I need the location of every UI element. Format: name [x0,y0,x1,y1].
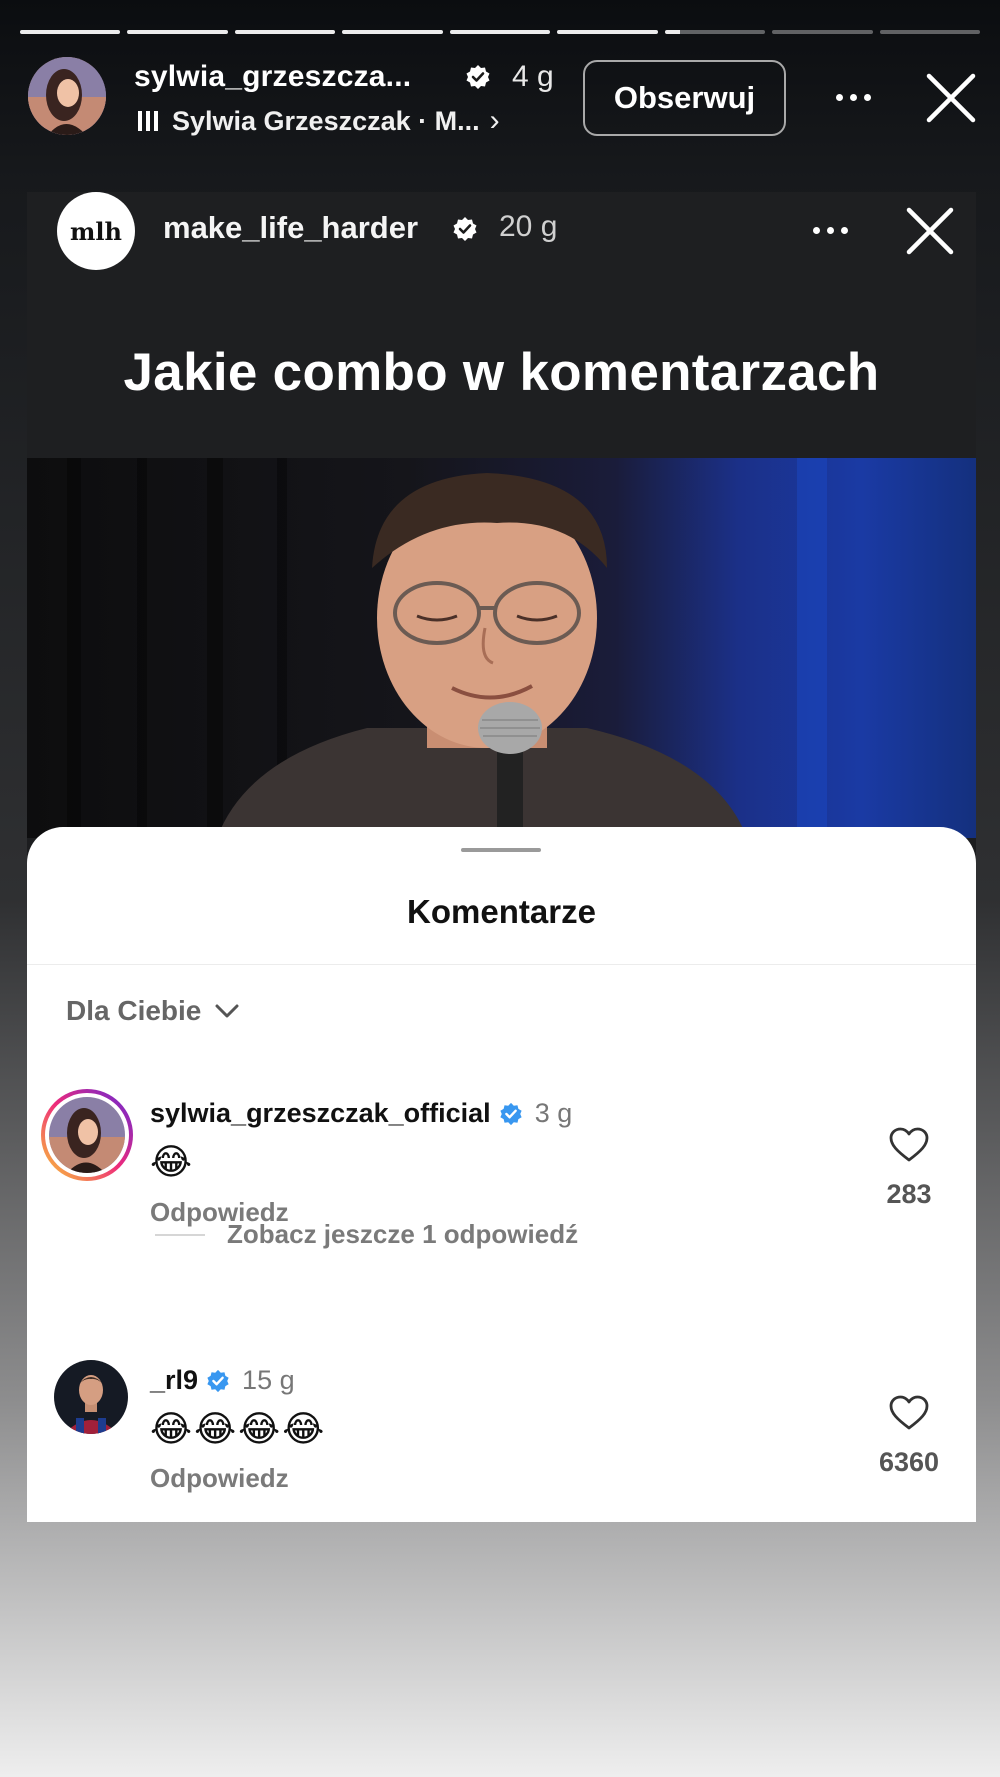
verified-icon [453,217,477,241]
music-title: Sylwia Grzeszczak · M... [172,105,480,136]
post-author-username[interactable]: make_life_harder [163,210,418,246]
progress-segment [449,30,551,34]
divider [27,964,976,965]
heart-icon[interactable] [889,1395,929,1431]
comment-username[interactable]: _rl9 15 g [150,1365,295,1396]
story-time: 4 g [512,60,554,93]
comment-avatar-story-ring[interactable] [41,1089,133,1181]
more-icon[interactable] [813,227,848,234]
divider [155,1233,205,1236]
follow-button[interactable]: Obserwuj [583,60,786,136]
close-icon[interactable] [925,72,977,124]
comments-sheet: Komentarze Dla Ciebie sylwia_grzeszczak_… [27,827,976,1522]
post-author-logo[interactable]: mlh [57,192,135,270]
progress-segment [342,30,443,34]
progress-segment [557,30,658,34]
comment-time: 3 g [534,1098,573,1128]
story-author-username[interactable]: sylwia_grzeszcza... [134,60,411,94]
progress-segment [772,30,873,34]
comment-time: 15 g [242,1365,295,1395]
like-count: 283 [886,1179,932,1209]
comment-username-text[interactable]: _rl9 [150,1365,198,1396]
comment-username-text[interactable]: sylwia_grzeszczak_official [150,1098,491,1129]
verified-icon [207,1369,229,1392]
shared-post-card[interactable]: mlh make_life_harder 20 g Jakie combo w … [27,192,976,1522]
story-progress-bar [20,30,980,35]
music-bars-icon [138,111,158,131]
logo-text: mlh [70,216,122,246]
progress-segment [234,30,336,34]
view-more-replies[interactable]: Zobacz jeszcze 1 odpowiedź [155,1219,578,1250]
view-more-replies-label[interactable]: Zobacz jeszcze 1 odpowiedź [227,1219,578,1250]
chevron-right-icon: › [489,104,500,137]
comments-title: Komentarze [407,893,596,930]
verified-icon [466,65,490,89]
progress-segment-current [664,30,766,34]
post-title: Jakie combo w komentarzach [123,343,880,402]
story-author-avatar[interactable] [28,57,106,135]
reply-button[interactable]: Odpowiedz [150,1463,289,1494]
verified-icon [500,1102,522,1125]
sort-dropdown[interactable]: Dla Ciebie [66,995,239,1027]
sheet-drag-handle[interactable] [461,848,541,852]
progress-segment [20,30,121,34]
post-photo [27,458,976,838]
comment-text: 😂😂😂😂 [150,1408,327,1449]
close-icon[interactable] [905,206,955,256]
progress-segment [127,30,228,34]
post-header: mlh make_life_harder 20 g Jakie combo w … [27,192,976,458]
like-count: 6360 [878,1447,940,1477]
post-time: 20 g [499,210,558,243]
story-music-link[interactable]: Sylwia Grzeszczak · M... › [138,104,500,138]
more-icon[interactable] [836,94,871,101]
sort-label: Dla Ciebie [66,995,202,1026]
comment-avatar[interactable] [54,1360,128,1434]
heart-icon[interactable] [889,1127,929,1163]
comment-text: 😂 [150,1141,193,1182]
chevron-down-icon [215,1004,239,1018]
progress-segment [879,30,980,34]
comment-username[interactable]: sylwia_grzeszczak_official 3 g [150,1098,572,1129]
